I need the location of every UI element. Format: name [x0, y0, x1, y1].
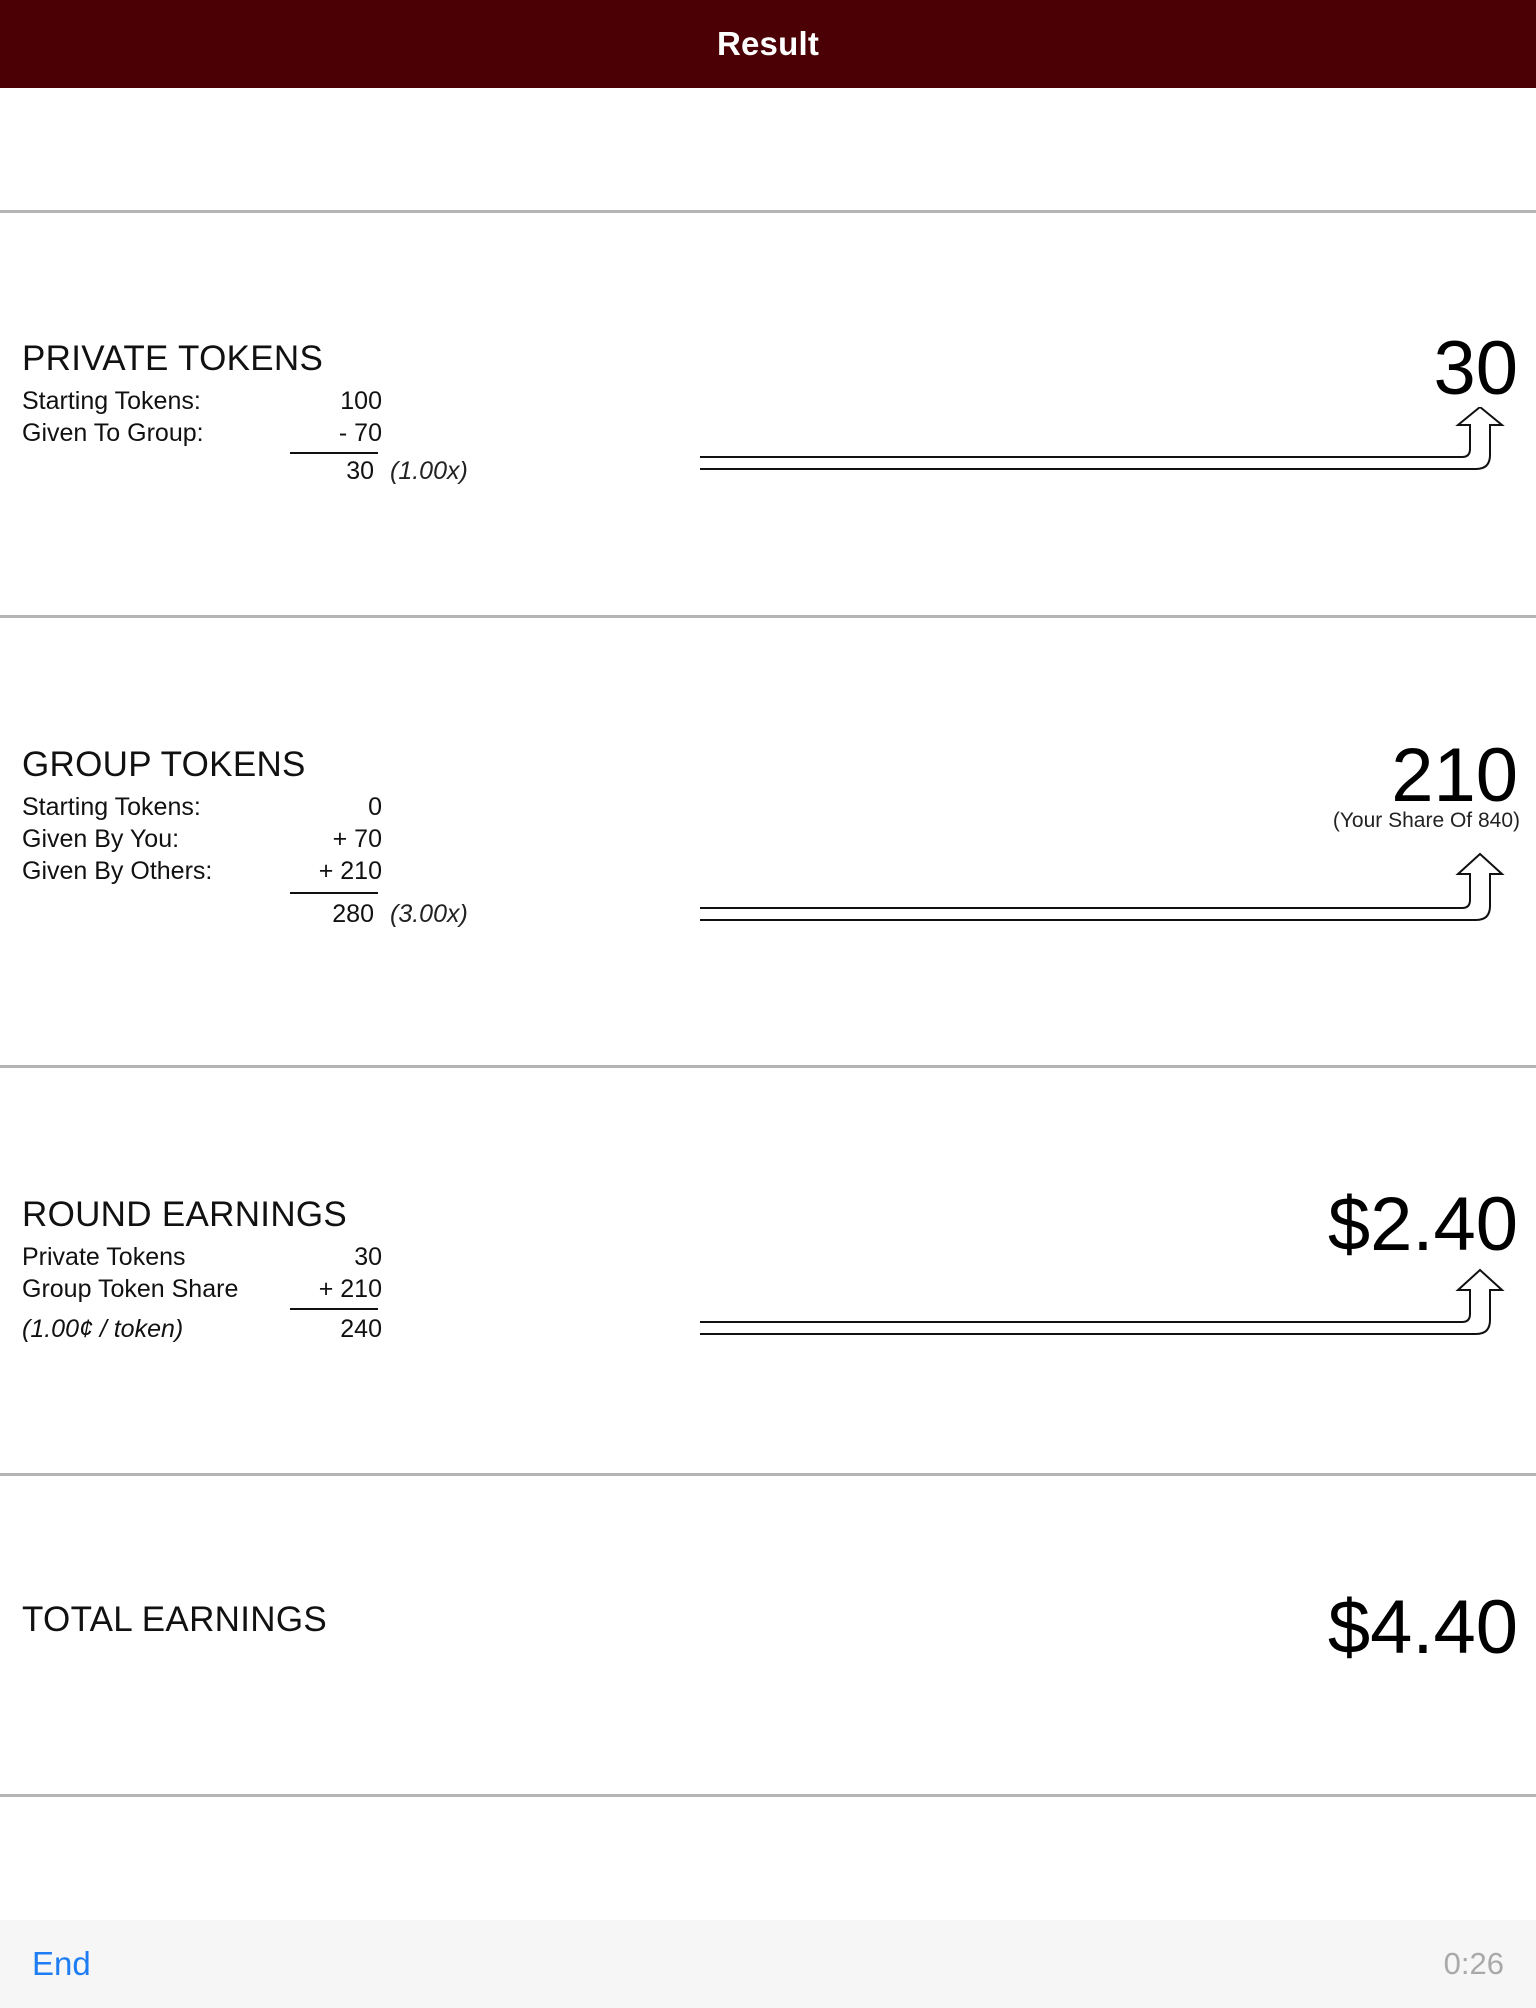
- calc-row: Given By You: + 70: [22, 823, 382, 855]
- subtotal-value: 240: [340, 1315, 382, 1343]
- navigation-bar: Result: [0, 0, 1536, 88]
- section-title: ROUND EARNINGS: [22, 1195, 348, 1234]
- multiplier-label: (1.00x): [390, 457, 468, 485]
- timer-label: 0:26: [1443, 1946, 1504, 1981]
- section-title: GROUP TOKENS: [22, 745, 306, 784]
- row-value: + 210: [318, 857, 382, 885]
- row-value: + 70: [332, 825, 382, 853]
- row-value: + 210: [318, 1275, 382, 1303]
- total-earnings-section: TOTAL EARNINGS $4.40: [0, 1476, 1536, 1794]
- bottom-toolbar: End 0:26: [0, 1920, 1536, 2008]
- group-tokens-section: GROUP TOKENS Starting Tokens: 0 Given By…: [0, 618, 1536, 1065]
- sum-rule: [290, 892, 378, 894]
- section-title: PRIVATE TOKENS: [22, 339, 324, 378]
- rate-label: (1.00¢ / token): [22, 1315, 184, 1343]
- flow-arrow-icon: [700, 852, 1505, 921]
- calc-row: Given To Group: - 70: [22, 417, 382, 449]
- row-value: 100: [340, 387, 382, 415]
- section-title: TOTAL EARNINGS: [22, 1600, 327, 1639]
- flow-arrow-icon: [700, 1268, 1505, 1335]
- row-value: 0: [368, 793, 382, 821]
- row-label: Given By You:: [22, 825, 180, 853]
- row-value: 30: [354, 1243, 382, 1271]
- row-label: Starting Tokens:: [22, 793, 201, 821]
- private-tokens-result: 30: [1433, 326, 1518, 411]
- subtotal-value: 30: [346, 457, 374, 485]
- divider: [0, 1794, 1536, 1797]
- total-earnings-result: $4.40: [1327, 1585, 1518, 1670]
- row-label: Starting Tokens:: [22, 387, 201, 415]
- calc-row: Given By Others: + 210: [22, 855, 382, 887]
- group-tokens-result: 210: [1391, 733, 1518, 818]
- sum-rule: [290, 1308, 378, 1310]
- calc-row: (1.00¢ / token) 240: [22, 1313, 382, 1345]
- end-button[interactable]: End: [32, 1920, 91, 2008]
- sum-rule: [290, 452, 378, 454]
- calc-row: Group Token Share + 210: [22, 1273, 382, 1305]
- calc-row: Starting Tokens: 100: [22, 385, 382, 417]
- page-title: Result: [716, 25, 820, 62]
- subtotal-value: 280: [332, 900, 374, 928]
- share-note: (Your Share Of 840): [1332, 809, 1520, 832]
- row-label: Given To Group:: [22, 419, 204, 447]
- row-value: - 70: [338, 419, 382, 447]
- flow-arrow-icon: [700, 407, 1505, 470]
- round-earnings-result: $2.40: [1327, 1182, 1518, 1267]
- row-label: Private Tokens: [22, 1243, 186, 1271]
- calc-row: Private Tokens 30: [22, 1241, 382, 1273]
- multiplier-label: (3.00x): [390, 900, 468, 928]
- calc-row: Starting Tokens: 0: [22, 791, 382, 823]
- private-tokens-section: PRIVATE TOKENS Starting Tokens: 100 Give…: [0, 213, 1536, 615]
- round-earnings-section: ROUND EARNINGS Private Tokens 30 Group T…: [0, 1068, 1536, 1473]
